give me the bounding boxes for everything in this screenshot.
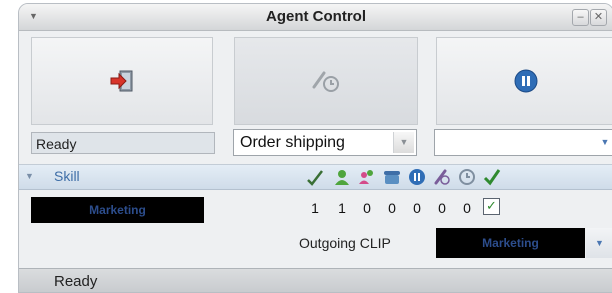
skill-column-header[interactable]: Skill bbox=[54, 168, 80, 184]
skill-enabled-checkbox[interactable]: ✓ bbox=[483, 198, 500, 215]
close-icon[interactable]: ✕ bbox=[590, 9, 607, 26]
schedule-button[interactable] bbox=[234, 37, 418, 125]
chevron-down-icon[interactable]: ▼ bbox=[595, 132, 612, 153]
agent-icon bbox=[335, 170, 349, 185]
value-cell: 0 bbox=[388, 200, 396, 216]
status-bar-text: Ready bbox=[54, 273, 98, 290]
users-transfer-icon bbox=[359, 170, 373, 184]
agent-status-field: Ready bbox=[31, 132, 215, 154]
status-row: Ready Order shipping ▼ ▼ bbox=[19, 128, 612, 158]
pause-button[interactable] bbox=[436, 37, 612, 125]
status-bar: Ready bbox=[19, 268, 612, 292]
chevron-down-icon[interactable]: ▼ bbox=[393, 132, 414, 153]
outgoing-clip-select[interactable]: Marketing bbox=[436, 228, 585, 258]
value-cell: 1 bbox=[311, 200, 319, 216]
phone-icon bbox=[384, 171, 400, 184]
skill-grid-header: ▼ Skill bbox=[19, 164, 612, 190]
secondary-combo[interactable]: ▼ bbox=[434, 129, 612, 156]
skill-name-cell: Marketing bbox=[31, 197, 204, 223]
login-door-icon bbox=[110, 70, 133, 92]
agent-control-window: ▼ Agent Control – ✕ Ready Order shipping… bbox=[18, 3, 612, 293]
clock-icon bbox=[459, 169, 475, 185]
minimize-icon[interactable]: – bbox=[572, 9, 589, 26]
title-bar: ▼ Agent Control – ✕ bbox=[19, 4, 612, 31]
outgoing-clip-row: Outgoing CLIP Marketing ▼ bbox=[19, 226, 612, 258]
value-cell: 0 bbox=[413, 200, 421, 216]
window-title: Agent Control bbox=[266, 8, 366, 25]
table-row[interactable]: Marketing 1 1 0 0 0 0 0 ✓ bbox=[19, 194, 612, 223]
value-cell: 1 bbox=[338, 200, 346, 216]
chevron-down-icon[interactable]: ▼ bbox=[586, 228, 612, 258]
phone-hand-icon bbox=[434, 169, 450, 185]
pause-icon bbox=[409, 169, 425, 185]
collapse-arrow-icon[interactable]: ▼ bbox=[25, 171, 34, 181]
activity-combo-value: Order shipping bbox=[240, 134, 345, 151]
login-button[interactable] bbox=[31, 37, 213, 125]
outgoing-clip-label: Outgoing CLIP bbox=[299, 235, 391, 251]
pause-icon bbox=[514, 69, 538, 93]
green-check-icon bbox=[483, 169, 501, 186]
value-cell: 0 bbox=[438, 200, 446, 216]
value-cell: 0 bbox=[363, 200, 371, 216]
check-pen-icon bbox=[307, 170, 323, 186]
activity-combo[interactable]: Order shipping ▼ bbox=[233, 129, 417, 156]
phone-clock-icon bbox=[312, 71, 339, 92]
value-cell: 0 bbox=[463, 200, 471, 216]
